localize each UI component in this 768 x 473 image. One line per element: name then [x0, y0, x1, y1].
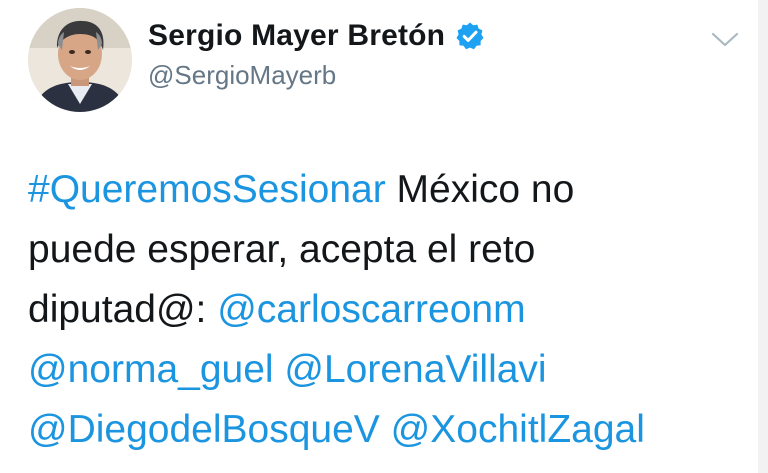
mention-link[interactable]: @XochitlZagal: [391, 408, 645, 451]
tweet-text-segment: [380, 408, 391, 451]
tweet-text-segment: diputad@:: [28, 288, 218, 331]
chevron-down-icon[interactable]: [707, 28, 743, 52]
tweet-text-line: @norma_guel @LorenaVillavi: [28, 340, 748, 400]
tweet-text-line: diputad@: @carloscarreonm: [28, 280, 748, 340]
avatar[interactable]: [28, 8, 132, 112]
mention-link[interactable]: @norma_guel: [28, 348, 274, 391]
tweet-text-line: @DiegodelBosqueV @XochitlZagal: [28, 400, 748, 460]
user-handle[interactable]: @SergioMayerb: [148, 60, 485, 91]
verified-badge-icon: [455, 21, 485, 51]
tweet-text-segment: [274, 348, 285, 391]
tweet-text: #QueremosSesionar México no puede esperar…: [28, 160, 748, 460]
tweet-text-segment: México no: [385, 168, 575, 211]
mention-link[interactable]: @carloscarreonm: [217, 288, 525, 331]
hashtag-link[interactable]: #QueremosSesionar: [28, 168, 386, 211]
display-name[interactable]: Sergio Mayer Bretón: [148, 19, 445, 53]
tweet-header: Sergio Mayer Bretón @SergioMayerb: [148, 14, 485, 91]
edge-divider: [758, 0, 768, 473]
tweet-text-segment: puede esperar, acepta el reto: [28, 228, 536, 271]
mention-link[interactable]: @LorenaVillavi: [284, 348, 546, 391]
tweet-text-line: #QueremosSesionar México no: [28, 160, 748, 220]
name-row: Sergio Mayer Bretón: [148, 14, 485, 58]
mention-link[interactable]: @DiegodelBosqueV: [28, 408, 380, 451]
tweet-text-line: puede esperar, acepta el reto: [28, 220, 748, 280]
avatar-photo-icon: [28, 8, 132, 112]
tweet-card: Sergio Mayer Bretón @SergioMayerb #Quere…: [0, 0, 768, 473]
